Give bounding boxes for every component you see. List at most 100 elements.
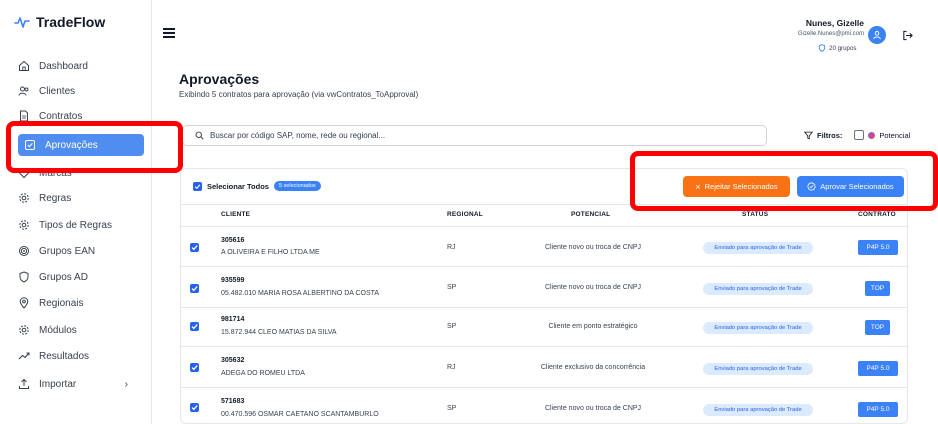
contract-badge[interactable]: P4P 5.0: [858, 240, 898, 255]
status-badge: Enviado para aprovação de Trade: [703, 322, 813, 334]
trend-icon: [18, 352, 30, 360]
potencial-cell: Cliente em ponto estratégico: [548, 323, 638, 330]
user-groups: 20 grupos: [818, 44, 857, 52]
pulse-icon: [14, 17, 30, 28]
contract-badge[interactable]: P4P 5.0: [858, 402, 898, 417]
contract-badge[interactable]: P4P 5.0: [858, 361, 898, 376]
sidebar-item-tipos-de-regras[interactable]: Tipos de Regras: [18, 213, 144, 237]
logout-icon[interactable]: [902, 30, 913, 41]
shield-icon: [818, 44, 826, 52]
filter-icon: [804, 131, 813, 140]
sidebar-item-dashboard[interactable]: Dashboard: [18, 54, 144, 78]
page-subtitle: Exibindo 5 contratos para aprovação (via…: [179, 90, 419, 99]
gear-icon: [19, 325, 29, 335]
highlight-frame-sidebar: [6, 121, 183, 173]
row-checkbox[interactable]: [190, 243, 199, 252]
row-checkbox[interactable]: [190, 322, 199, 331]
row-checkbox[interactable]: [190, 403, 199, 412]
user-email: Gizelle.Nunes@pmi.com: [797, 31, 864, 37]
search-icon: [195, 131, 204, 140]
logo[interactable]: TradeFlow: [14, 14, 105, 30]
gear-icon: [19, 220, 29, 230]
search-box[interactable]: [182, 125, 767, 146]
gear-icon: [19, 193, 29, 203]
upload-icon: [19, 378, 29, 389]
column-header-cliente[interactable]: CLIENTE: [221, 211, 250, 218]
potencial-cell: Cliente novo ou troca de CNPJ: [544, 405, 642, 412]
target-icon: [19, 246, 29, 256]
regional-cell: SP: [447, 405, 457, 412]
client-code: 305616: [221, 237, 245, 244]
home-icon: [19, 60, 29, 71]
client-name: 05.482.010 MARIA ROSA ALBERTINO DA COSTA: [221, 290, 380, 297]
contract-badge[interactable]: TOP: [865, 281, 890, 296]
client-code: 305632: [221, 357, 245, 364]
sidebar-item-label: Tipos de Regras: [39, 219, 112, 231]
column-header-regional[interactable]: REGIONAL: [447, 211, 483, 218]
sidebar-item-resultados[interactable]: Resultados: [18, 344, 144, 368]
chevron-right-icon: ›: [124, 378, 128, 390]
status-badge: Enviado para aprovação de Trade: [703, 404, 813, 416]
avatar[interactable]: [868, 26, 886, 44]
divider: [181, 266, 907, 267]
menu-icon[interactable]: [163, 28, 175, 38]
groups-label: 20 grupos: [829, 44, 857, 52]
client-name: A OLIVEIRA E FILHO LTDA ME: [221, 249, 320, 256]
filters-label: Filtros:: [817, 130, 843, 140]
client-name: ADEGA DO ROMEU LTDA: [221, 370, 305, 377]
regional-cell: SP: [447, 284, 457, 291]
select-all[interactable]: Selecionar Todos 5 selecionados: [193, 181, 321, 191]
potencial-dot-icon: [868, 131, 876, 139]
users-icon: [18, 86, 29, 96]
sidebar-item-clientes[interactable]: Clientes: [18, 79, 144, 103]
divider: [181, 307, 907, 308]
regional-cell: RJ: [447, 244, 456, 251]
search-input[interactable]: [210, 131, 750, 140]
column-header-status[interactable]: STATUS: [742, 211, 768, 218]
status-badge: Enviado para aprovação de Trade: [703, 283, 813, 295]
sidebar-item-label: Importar: [39, 378, 77, 390]
divider: [181, 387, 907, 388]
filters: Filtros: Potencial: [804, 130, 910, 140]
client-code: 571683: [221, 398, 245, 405]
sidebar-item-modulos[interactable]: Módulos: [18, 318, 144, 342]
sidebar-item-label: Regionais: [39, 297, 84, 309]
sidebar-item-importar[interactable]: Importar ›: [18, 372, 144, 396]
sidebar-item-label: Grupos AD: [39, 271, 88, 283]
divider: [181, 346, 907, 347]
column-header-potencial[interactable]: POTENCIAL: [571, 211, 610, 218]
sidebar-item-regionais[interactable]: Regionais: [18, 291, 144, 315]
sidebar-item-label: Resultados: [39, 350, 90, 362]
regional-cell: RJ: [447, 364, 456, 371]
sidebar-item-label: Regras: [39, 192, 72, 204]
divider: [181, 226, 907, 227]
sidebar: TradeFlow Dashboard Clientes Contratos A…: [0, 0, 152, 424]
client-name: 15.872.944 CLEO MATIAS DA SILVA: [221, 329, 337, 336]
column-header-contrato[interactable]: CONTRATO: [858, 211, 896, 218]
sidebar-item-grupos-ad[interactable]: Grupos AD: [18, 265, 144, 289]
client-code: 981714: [221, 316, 245, 323]
potencial-checkbox[interactable]: [854, 130, 865, 140]
sidebar-item-grupos-ean[interactable]: Grupos EAN: [18, 239, 144, 263]
selected-count-badge: 5 selecionados: [273, 181, 321, 191]
user-icon: [873, 31, 881, 40]
potencial-cell: Cliente exclusivo da concorrência: [540, 364, 646, 371]
potencial-label: Potencial: [879, 130, 911, 140]
contract-badge[interactable]: TOP: [865, 320, 890, 335]
select-all-checkbox[interactable]: [193, 181, 202, 191]
map-pin-icon: [19, 297, 29, 309]
sidebar-item-label: Clientes: [39, 85, 76, 97]
regional-cell: SP: [447, 323, 457, 330]
page-title: Aprovações: [179, 71, 260, 87]
select-all-label: Selecionar Todos: [207, 181, 269, 191]
client-name: 00.470.596 OSMAR CAETANO SCANTAMBURLO: [221, 411, 379, 418]
client-code: 935599: [221, 277, 245, 284]
status-badge: Enviado para aprovação de Trade: [703, 363, 813, 375]
user-name: Nunes, Gizelle: [805, 18, 864, 28]
highlight-frame-actions: [630, 151, 938, 211]
potencial-cell: Cliente novo ou troca de CNPJ: [544, 284, 642, 291]
row-checkbox[interactable]: [190, 363, 199, 372]
status-badge: Enviado para aprovação de Trade: [703, 242, 813, 254]
sidebar-item-regras[interactable]: Regras: [18, 186, 144, 210]
row-checkbox[interactable]: [190, 284, 199, 293]
